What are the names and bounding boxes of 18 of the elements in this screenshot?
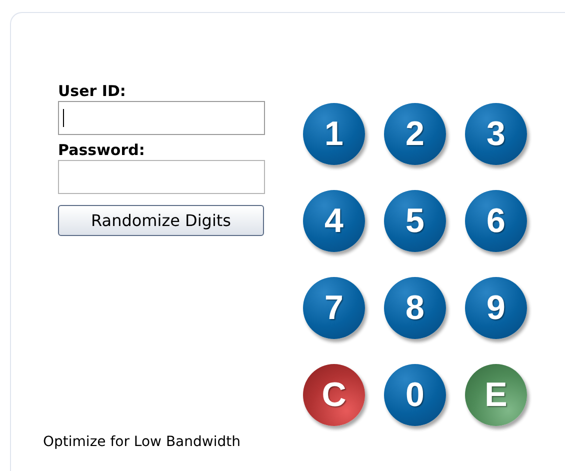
input-field[interactable]	[58, 101, 265, 135]
digit-key[interactable]: 9	[465, 277, 527, 339]
digit-key[interactable]: 1	[303, 103, 365, 165]
clear-key[interactable]: C	[303, 364, 365, 426]
digit-key[interactable]: 2	[384, 103, 446, 165]
digit-key[interactable]: 7	[303, 277, 365, 339]
input-field[interactable]	[58, 160, 265, 194]
field-label: Password:	[58, 141, 146, 160]
enter-key[interactable]: E	[465, 364, 527, 426]
digit-key[interactable]: 0	[384, 364, 446, 426]
field-label: User ID:	[58, 82, 127, 101]
digit-key[interactable]: 3	[465, 103, 527, 165]
randomize-button[interactable]: Randomize Digits	[58, 205, 264, 236]
bandwidth-link[interactable]: Optimize for Low Bandwidth	[43, 434, 240, 450]
digit-key[interactable]: 4	[303, 190, 365, 252]
digit-key[interactable]: 6	[465, 190, 527, 252]
digit-key[interactable]: 5	[384, 190, 446, 252]
digit-key[interactable]: 8	[384, 277, 446, 339]
